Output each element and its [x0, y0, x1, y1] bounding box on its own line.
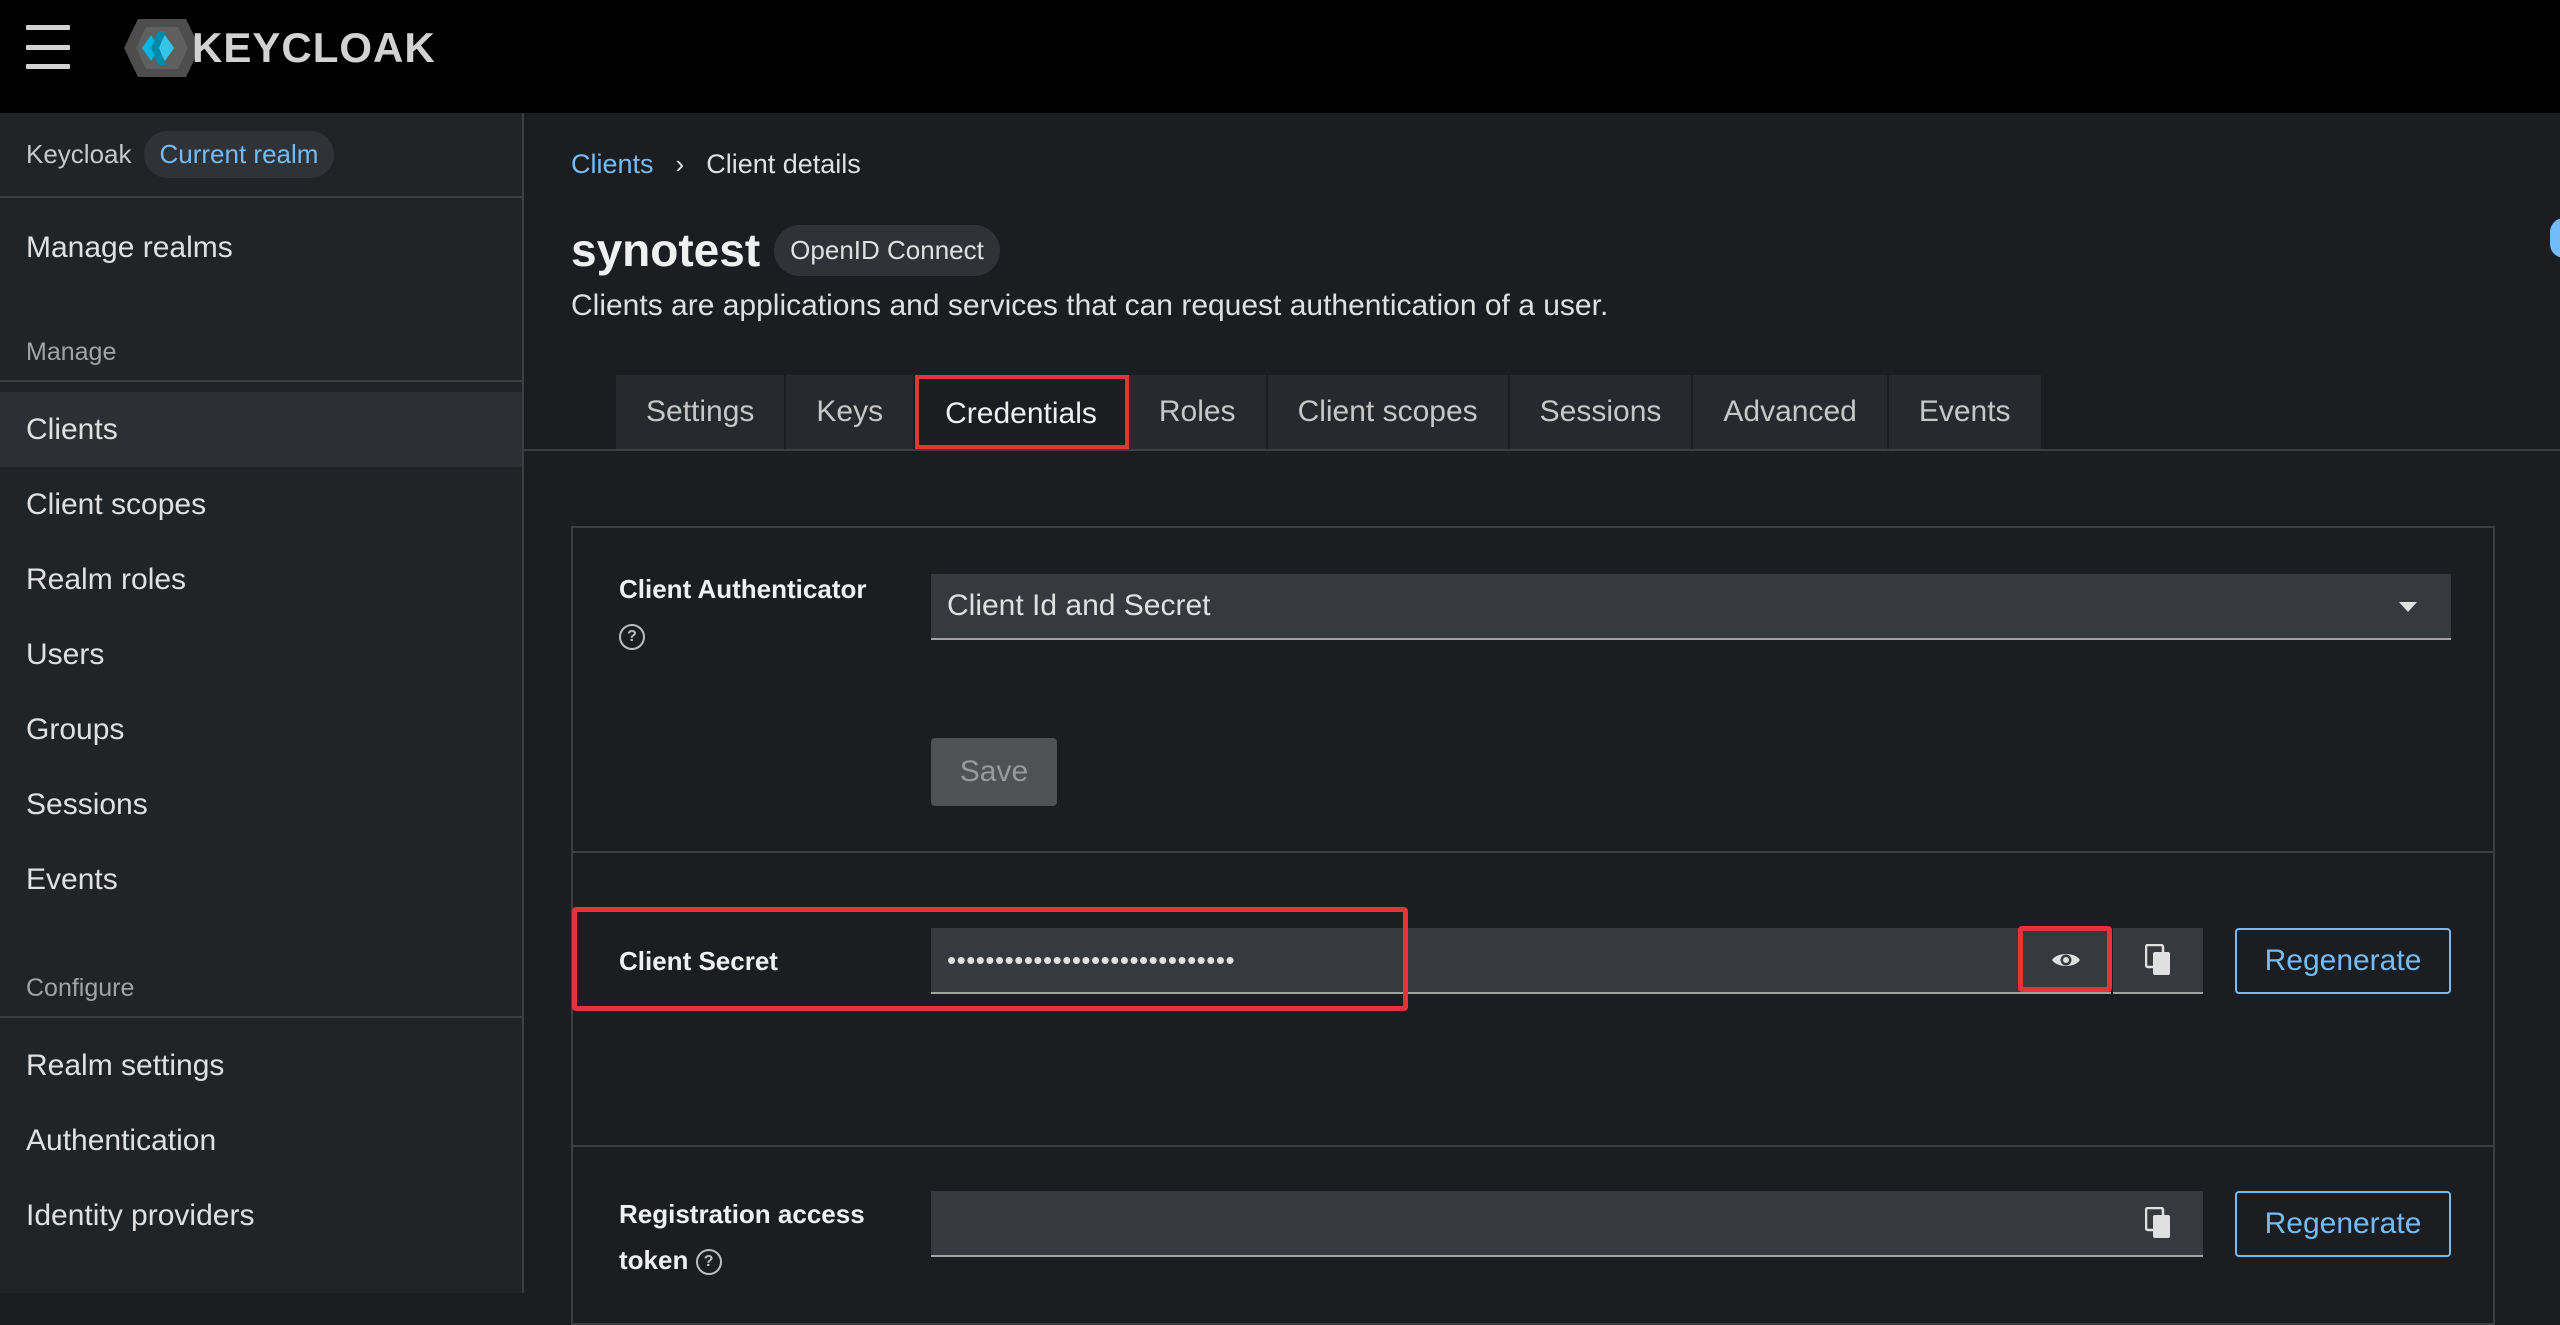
- client-secret-input[interactable]: ••••••••••••••••••••••••••••••: [931, 928, 2021, 994]
- tab-sessions[interactable]: Sessions: [1509, 375, 1694, 449]
- nav-events[interactable]: Events: [0, 842, 522, 917]
- page-title: synotest: [571, 224, 761, 276]
- nav-users[interactable]: Users: [0, 617, 522, 692]
- section-title-manage: Manage: [0, 325, 522, 382]
- client-secret-value: ••••••••••••••••••••••••••••••: [947, 944, 1236, 975]
- credentials-panel: Client Authenticator ? Client Id and Sec…: [571, 526, 2495, 1212]
- copy-icon: [2145, 1207, 2170, 1238]
- breadcrumb: Clients › Client details: [571, 149, 861, 180]
- client-secret-label: Client Secret: [619, 946, 778, 976]
- save-button[interactable]: Save: [931, 738, 1057, 806]
- regenerate-token-button[interactable]: Regenerate: [2235, 1191, 2451, 1257]
- copy-icon: [2145, 944, 2170, 975]
- realm-selector[interactable]: Keycloak Current realm: [0, 113, 522, 198]
- tab-roles[interactable]: Roles: [1128, 375, 1268, 449]
- registration-token-text: Registration access token: [619, 1199, 865, 1275]
- nav-realm-roles[interactable]: Realm roles: [0, 542, 522, 617]
- title-row: synotest OpenID Connect: [571, 223, 1000, 277]
- client-authenticator-label: Client Authenticator ?: [619, 566, 866, 658]
- show-secret-button[interactable]: [2021, 928, 2111, 994]
- copy-token-button[interactable]: [2113, 1191, 2203, 1257]
- tab-keys[interactable]: Keys: [786, 375, 916, 449]
- client-authenticator-select[interactable]: Client Id and Secret: [931, 574, 2451, 640]
- nav-authentication[interactable]: Authentication: [0, 1103, 522, 1178]
- panel-divider: [573, 851, 2493, 853]
- realm-name: Keycloak: [26, 139, 132, 169]
- hamburger-menu-icon[interactable]: [26, 25, 70, 69]
- registration-token-label: Registration access token ?: [619, 1191, 899, 1283]
- nav-sessions[interactable]: Sessions: [0, 767, 522, 842]
- registration-token-input[interactable]: [931, 1191, 2113, 1257]
- current-realm-badge: Current realm: [143, 131, 335, 178]
- brand-text: KEYCLOAK: [192, 24, 436, 71]
- help-icon[interactable]: ?: [695, 1249, 722, 1276]
- help-icon[interactable]: ?: [619, 624, 645, 651]
- tab-client-scopes[interactable]: Client scopes: [1267, 375, 1510, 449]
- masthead: KEYCLOAK: [0, 0, 2560, 113]
- brand-logo[interactable]: KEYCLOAK: [124, 19, 436, 77]
- regenerate-secret-button[interactable]: Regenerate: [2235, 928, 2451, 994]
- nav-client-scopes[interactable]: Client scopes: [0, 467, 522, 542]
- nav-groups[interactable]: Groups: [0, 692, 522, 767]
- nav-manage-realms[interactable]: Manage realms: [0, 210, 522, 285]
- nav-realm-settings[interactable]: Realm settings: [0, 1028, 522, 1103]
- nav-clients[interactable]: Clients: [0, 392, 522, 467]
- copy-secret-button[interactable]: [2113, 928, 2203, 994]
- section-title-configure: Configure: [0, 961, 522, 1018]
- breadcrumb-current: Client details: [706, 149, 861, 179]
- tab-credentials[interactable]: Credentials: [915, 375, 1129, 449]
- keycloak-logo-icon: [124, 19, 200, 77]
- sidebar: Keycloak Current realm Manage realms Man…: [0, 113, 524, 1293]
- tab-bar: Settings Keys Credentials Roles Client s…: [616, 375, 2043, 449]
- tabs-divider: [524, 449, 2560, 451]
- protocol-badge: OpenID Connect: [774, 224, 1000, 276]
- client-authenticator-text: Client Authenticator: [619, 574, 867, 604]
- nav-identity-providers[interactable]: Identity providers: [0, 1178, 522, 1253]
- chevron-right-icon: ›: [675, 149, 685, 179]
- registration-token-panel: Registration access token ? Regenerate: [571, 1145, 2495, 1325]
- tab-settings[interactable]: Settings: [616, 375, 787, 449]
- client-authenticator-value: Client Id and Secret: [947, 589, 1211, 622]
- main-content: Clients › Client details synotest OpenID…: [524, 113, 2560, 1325]
- tab-events[interactable]: Events: [1888, 375, 2043, 449]
- eye-icon: [2052, 954, 2080, 966]
- caret-down-icon: [2399, 602, 2417, 612]
- page-description: Clients are applications and services th…: [571, 289, 1609, 322]
- breadcrumb-clients-link[interactable]: Clients: [571, 149, 654, 180]
- tab-advanced[interactable]: Advanced: [1693, 375, 1889, 449]
